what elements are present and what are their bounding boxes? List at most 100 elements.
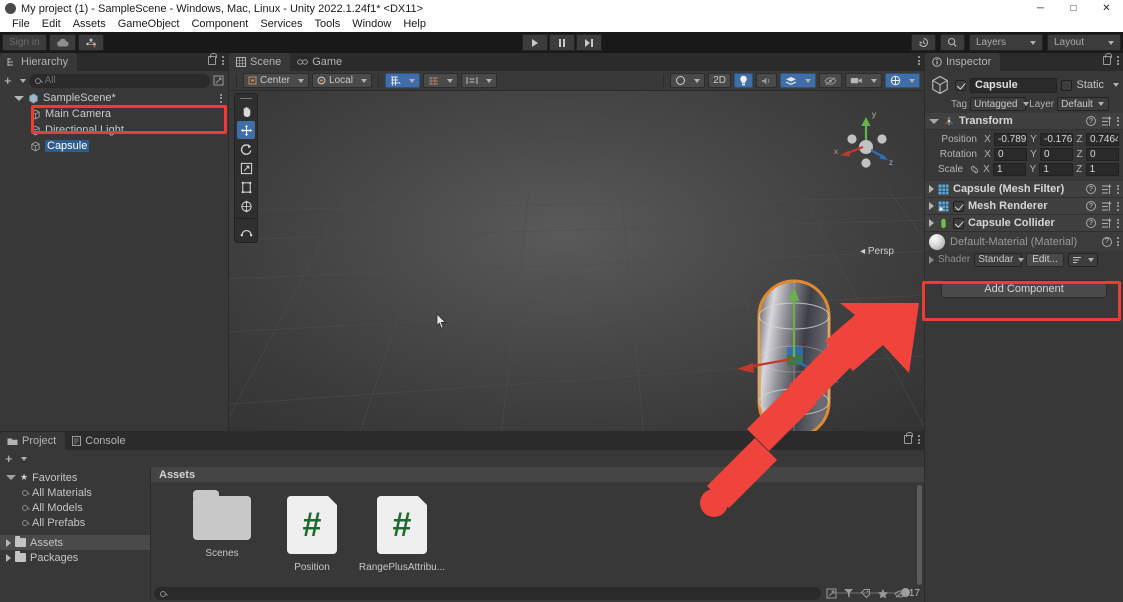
help-icon[interactable]: ? (1086, 184, 1096, 194)
capsule-gameobject[interactable] (727, 269, 887, 431)
project-menu-icon[interactable] (918, 435, 920, 444)
step-button[interactable] (575, 34, 602, 51)
sign-in-button[interactable]: Sign in (2, 34, 47, 51)
menu-assets[interactable]: Assets (67, 17, 112, 32)
static-dropdown-arrow[interactable] (1113, 83, 1119, 87)
perspective-label[interactable]: ◂ Persp (860, 246, 894, 257)
chevron-down-icon[interactable] (929, 118, 939, 124)
scale-y-field[interactable]: 1 (1039, 163, 1073, 176)
menu-gameobject[interactable]: GameObject (112, 17, 186, 32)
lock-icon[interactable] (208, 53, 217, 65)
preset-icon[interactable] (1101, 183, 1112, 195)
tab-console[interactable]: Console (65, 432, 134, 450)
gameobject-enabled-checkbox[interactable] (955, 79, 966, 91)
tree-item-favorites[interactable]: ★ Favorites (0, 470, 150, 485)
tree-item-packages[interactable]: Packages (0, 550, 150, 565)
scene-context-menu-icon[interactable] (220, 93, 222, 103)
grid-snap-icon[interactable] (384, 73, 420, 88)
hierarchy-search-input[interactable]: All (28, 73, 210, 88)
tree-item-all-prefabs[interactable]: All Prefabs (0, 515, 150, 530)
tab-hierarchy[interactable]: Hierarchy (0, 53, 78, 71)
lock-icon[interactable] (1103, 53, 1112, 65)
rotate-tool-button[interactable] (237, 140, 255, 158)
collab-icon[interactable] (77, 34, 104, 51)
tab-scene[interactable]: Scene (229, 53, 291, 71)
rotation-x-field[interactable]: 0 (994, 148, 1027, 161)
minimize-button[interactable]: ─ (1024, 0, 1057, 17)
add-component-button[interactable]: Add Component (941, 280, 1107, 298)
asset-item-position[interactable]: # Position (271, 496, 353, 573)
position-y-field[interactable]: -0.176 (1040, 133, 1073, 146)
preset-icon[interactable] (1101, 217, 1112, 229)
chevron-down-icon[interactable] (14, 95, 24, 101)
layout-dropdown[interactable]: Layout (1047, 34, 1121, 51)
project-scrollbar[interactable] (917, 485, 922, 585)
close-button[interactable]: ✕ (1090, 0, 1123, 17)
chevron-right-icon[interactable] (929, 219, 934, 227)
chevron-right-icon[interactable] (929, 185, 934, 193)
chevron-right-icon[interactable] (6, 553, 11, 562)
2d-toggle-button[interactable]: 2D (708, 73, 731, 88)
history-icon[interactable] (911, 34, 936, 51)
scene-visibility-toggle-icon[interactable] (213, 75, 224, 86)
rotation-y-field[interactable]: 0 (1040, 148, 1073, 161)
component-menu-icon[interactable] (1117, 218, 1119, 228)
hierarchy-item-main-camera[interactable]: Main Camera (0, 106, 228, 122)
scale-x-field[interactable]: 1 (993, 163, 1027, 176)
gizmos-icon[interactable] (885, 73, 920, 88)
menu-help[interactable]: Help (397, 17, 432, 32)
lighting-icon[interactable] (734, 73, 753, 88)
tree-item-assets[interactable]: Assets (0, 535, 150, 550)
component-menu-icon[interactable] (1117, 116, 1119, 126)
audio-icon[interactable] (756, 73, 777, 88)
scene-orientation-gizmo[interactable]: y x z (826, 107, 906, 183)
menu-services[interactable]: Services (254, 17, 308, 32)
scene-visibility-icon[interactable] (819, 73, 842, 88)
help-icon[interactable]: ? (1086, 218, 1096, 228)
inspector-menu-icon[interactable] (1117, 56, 1119, 65)
search-in-packages-icon[interactable] (826, 588, 838, 599)
scale-tool-button[interactable] (237, 159, 255, 177)
cloud-icon[interactable] (48, 34, 76, 51)
edit-shader-button[interactable]: Edit... (1026, 252, 1064, 267)
material-header[interactable]: Default-Material (Material) ? (925, 232, 1123, 251)
shaded-icon[interactable] (670, 73, 706, 88)
tag-dropdown[interactable]: Untagged (970, 97, 1029, 111)
hidden-assets-count[interactable]: 17 (894, 588, 920, 599)
shader-extra-dropdown[interactable] (1067, 252, 1098, 267)
shader-dropdown[interactable]: Standar (974, 252, 1025, 267)
preset-icon[interactable] (1101, 115, 1112, 127)
help-icon[interactable]: ? (1086, 201, 1096, 211)
menu-component[interactable]: Component (185, 17, 254, 32)
layers-dropdown[interactable]: Layers (969, 34, 1043, 51)
chevron-right-icon[interactable] (929, 255, 934, 264)
pivot-mode-dropdown[interactable]: Center (243, 73, 310, 88)
tab-inspector[interactable]: Inspector (925, 53, 1001, 71)
create-gameobject-button[interactable]: + (4, 74, 12, 87)
capsule-collider-component-header[interactable]: Capsule Collider ? (925, 215, 1123, 232)
tree-item-all-models[interactable]: All Models (0, 500, 150, 515)
asset-item-scenes[interactable]: Scenes (181, 490, 263, 573)
hierarchy-item-directional-light[interactable]: Directional Light (0, 122, 228, 138)
rect-tool-button[interactable] (237, 178, 255, 196)
gameobject-name-field[interactable]: Capsule (970, 77, 1058, 93)
move-tool-button[interactable] (237, 121, 255, 139)
component-menu-icon[interactable] (1117, 184, 1119, 194)
preset-icon[interactable] (1101, 200, 1112, 212)
menu-window[interactable]: Window (346, 17, 397, 32)
chevron-right-icon[interactable] (6, 538, 11, 547)
snap-increment-icon[interactable] (422, 73, 458, 88)
tree-item-all-materials[interactable]: All Materials (0, 485, 150, 500)
help-icon[interactable]: ? (1102, 236, 1112, 247)
hand-tool-button[interactable] (237, 102, 255, 120)
scene-camera-icon[interactable] (845, 73, 882, 88)
scale-z-field[interactable]: 1 (1085, 163, 1119, 176)
mesh-filter-component-header[interactable]: Capsule (Mesh Filter) ? (925, 181, 1123, 198)
custom-editor-tool-button[interactable] (237, 222, 255, 240)
create-asset-dropdown-arrow[interactable] (20, 456, 27, 461)
capsule-collider-enabled-checkbox[interactable] (953, 217, 964, 229)
search-icon[interactable] (940, 34, 965, 51)
layer-dropdown[interactable]: Default (1057, 97, 1110, 111)
pause-button[interactable] (548, 34, 575, 51)
filter-by-type-icon[interactable] (843, 588, 855, 599)
